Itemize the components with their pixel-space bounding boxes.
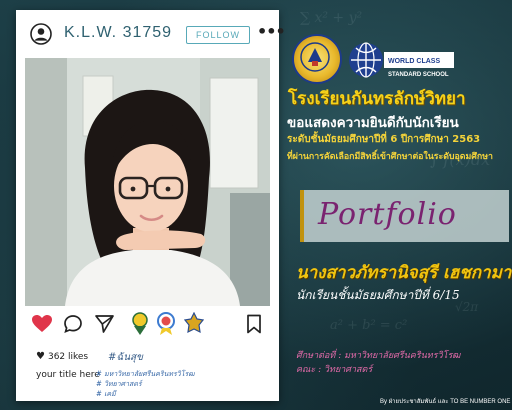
username[interactable]: K.L.W. 31759 (64, 24, 172, 42)
user-avatar-icon[interactable] (30, 23, 52, 45)
student-portrait-image (25, 58, 270, 306)
student-name: นางสาวภัทรานิจสุรี เฮชกามา (296, 263, 512, 283)
caption-hashtag[interactable]: #ฉันสุข (108, 350, 143, 365)
school-crest-icon (300, 42, 330, 72)
university-line: ศึกษาต่อที่ : มหาวิทยาลัยศรีนครินทรวิโรฒ (296, 351, 461, 361)
svg-text:STANDARD SCHOOL: STANDARD SCHOOL (388, 72, 449, 78)
bookmark-icon[interactable] (246, 314, 262, 334)
likes-count: ♥ 362 likes (36, 351, 88, 362)
post-header: K.L.W. 31759 FOLLOW ••• (16, 10, 286, 58)
portfolio-title: Portfolio (318, 197, 457, 232)
post-action-bar (16, 312, 279, 342)
share-send-icon[interactable] (94, 314, 115, 334)
post-title-placeholder: your title here (36, 370, 100, 380)
follow-button[interactable]: FOLLOW (186, 26, 250, 44)
faculty-line: คณะ : วิทยาศาสตร์ (296, 365, 373, 375)
like-heart-icon[interactable] (31, 314, 53, 334)
grade-level-line: ระดับชั้นมัธยมศึกษาปีที่ 6 ปีการศึกษา 25… (287, 134, 481, 145)
portfolio-banner: Portfolio (300, 190, 509, 242)
credit-footer: By ฝ่ายประชาสัมพันธ์ และ TO BE NUMBER ON… (380, 399, 511, 405)
chalk-doodle: ∑ x² + y² (300, 10, 363, 26)
school-emblem-icon (132, 312, 148, 335)
congratulations-heading: ขอแสดงความยินดีกับนักเรียน (287, 115, 459, 131)
comment-icon[interactable] (63, 314, 83, 334)
likes-text: 362 likes (47, 352, 89, 362)
royal-emblem-icon (184, 312, 204, 334)
ribbon-emblem-icon (157, 312, 175, 335)
school-name: โรงเรียนกันทรลักษ์วิทยา (288, 89, 466, 109)
caption-hashtag-item[interactable]: # วิทยาศาสตร์ (96, 379, 195, 389)
caption-hashtag-item[interactable]: # เคมี (96, 389, 195, 399)
student-class: นักเรียนชั้นมัธยมศึกษาปีที่ 6/15 (296, 288, 460, 302)
chalk-doodle: a² + b² = c² (330, 318, 408, 333)
post-photo (25, 58, 270, 306)
world-class-standard-logo: WORLD CLASS STANDARD SCHOOL (349, 42, 454, 78)
caption-hashtag-item[interactable]: # มหาวิทยาลัยศรีนครินทรวิโรฒ (96, 369, 195, 379)
school-logo (292, 34, 342, 84)
more-options-icon[interactable]: ••• (257, 22, 286, 41)
selection-line: ที่ผ่านการคัดเลือกมีสิทธิ์เข้าศึกษาต่อใน… (287, 152, 493, 162)
world-class-logo-text: WORLD CLASS (388, 58, 440, 65)
post-card: K.L.W. 31759 FOLLOW ••• ♥ 362 likes #ฉัน… (16, 10, 286, 401)
caption-hashtag-list: # มหาวิทยาลัยศรีนครินทรวิโรฒ # วิทยาศาสต… (96, 369, 195, 399)
likes-heart-icon: ♥ (36, 351, 45, 362)
